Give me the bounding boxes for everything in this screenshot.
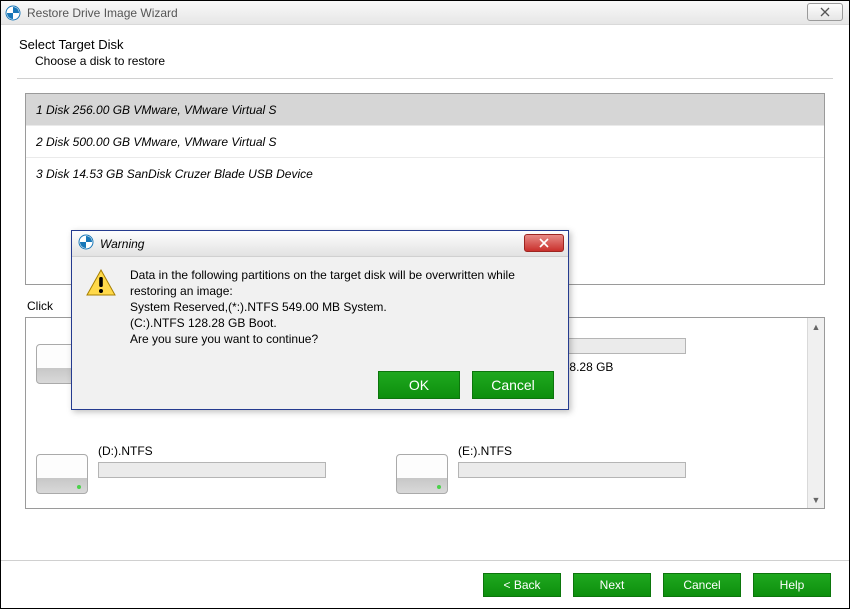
disk-label: 1 Disk 256.00 GB VMware, VMware Virtual …: [36, 103, 277, 117]
partition-name: (E:).NTFS: [458, 444, 688, 458]
ok-button[interactable]: OK: [378, 371, 460, 399]
disk-row[interactable]: 1 Disk 256.00 GB VMware, VMware Virtual …: [26, 94, 824, 126]
back-button[interactable]: < Back: [483, 573, 561, 597]
footer: < Back Next Cancel Help: [1, 560, 849, 608]
partition-name: (D:).NTFS: [98, 444, 328, 458]
dialog-message: Data in the following partitions on the …: [130, 267, 554, 347]
disk-label: 3 Disk 14.53 GB SanDisk Cruzer Blade USB…: [36, 167, 313, 181]
dialog-line: (C:).NTFS 128.28 GB Boot.: [130, 315, 554, 331]
dialog-close-button[interactable]: [524, 234, 564, 252]
scroll-up-icon[interactable]: ▲: [808, 318, 824, 335]
dialog-title: Warning: [100, 237, 144, 251]
window-close-button[interactable]: [807, 3, 843, 21]
page-subtitle: Choose a disk to restore: [35, 54, 833, 68]
app-icon: [78, 234, 94, 253]
drive-icon: [396, 454, 448, 494]
drive-icon: [36, 454, 88, 494]
dialog-line: Data in the following partitions on the …: [130, 267, 554, 299]
dialog-line: Are you sure you want to continue?: [130, 331, 554, 347]
cancel-button[interactable]: Cancel: [663, 573, 741, 597]
warning-dialog: Warning Data in the following partitions…: [71, 230, 569, 410]
scroll-down-icon[interactable]: ▼: [808, 491, 824, 508]
dialog-line: System Reserved,(*:).NTFS 549.00 MB Syst…: [130, 299, 554, 315]
app-icon: [5, 5, 21, 21]
disk-row[interactable]: 2 Disk 500.00 GB VMware, VMware Virtual …: [26, 126, 824, 158]
partition-usage-bar: [98, 462, 326, 478]
disk-label: 2 Disk 500.00 GB VMware, VMware Virtual …: [36, 135, 277, 149]
warning-icon: [86, 267, 116, 297]
page-title: Select Target Disk: [19, 37, 833, 52]
window-title: Restore Drive Image Wizard: [27, 6, 178, 20]
disk-row[interactable]: 3 Disk 14.53 GB SanDisk Cruzer Blade USB…: [26, 158, 824, 190]
window-titlebar: Restore Drive Image Wizard: [1, 1, 849, 25]
scrollbar[interactable]: ▲ ▼: [807, 318, 824, 508]
partition-item[interactable]: (E:).NTFS: [396, 438, 696, 508]
help-button[interactable]: Help: [753, 573, 831, 597]
partition-usage-bar: [458, 462, 686, 478]
next-button[interactable]: Next: [573, 573, 651, 597]
partition-item[interactable]: (D:).NTFS: [36, 438, 336, 508]
divider: [17, 78, 833, 79]
dialog-cancel-button[interactable]: Cancel: [472, 371, 554, 399]
dialog-titlebar: Warning: [72, 231, 568, 257]
